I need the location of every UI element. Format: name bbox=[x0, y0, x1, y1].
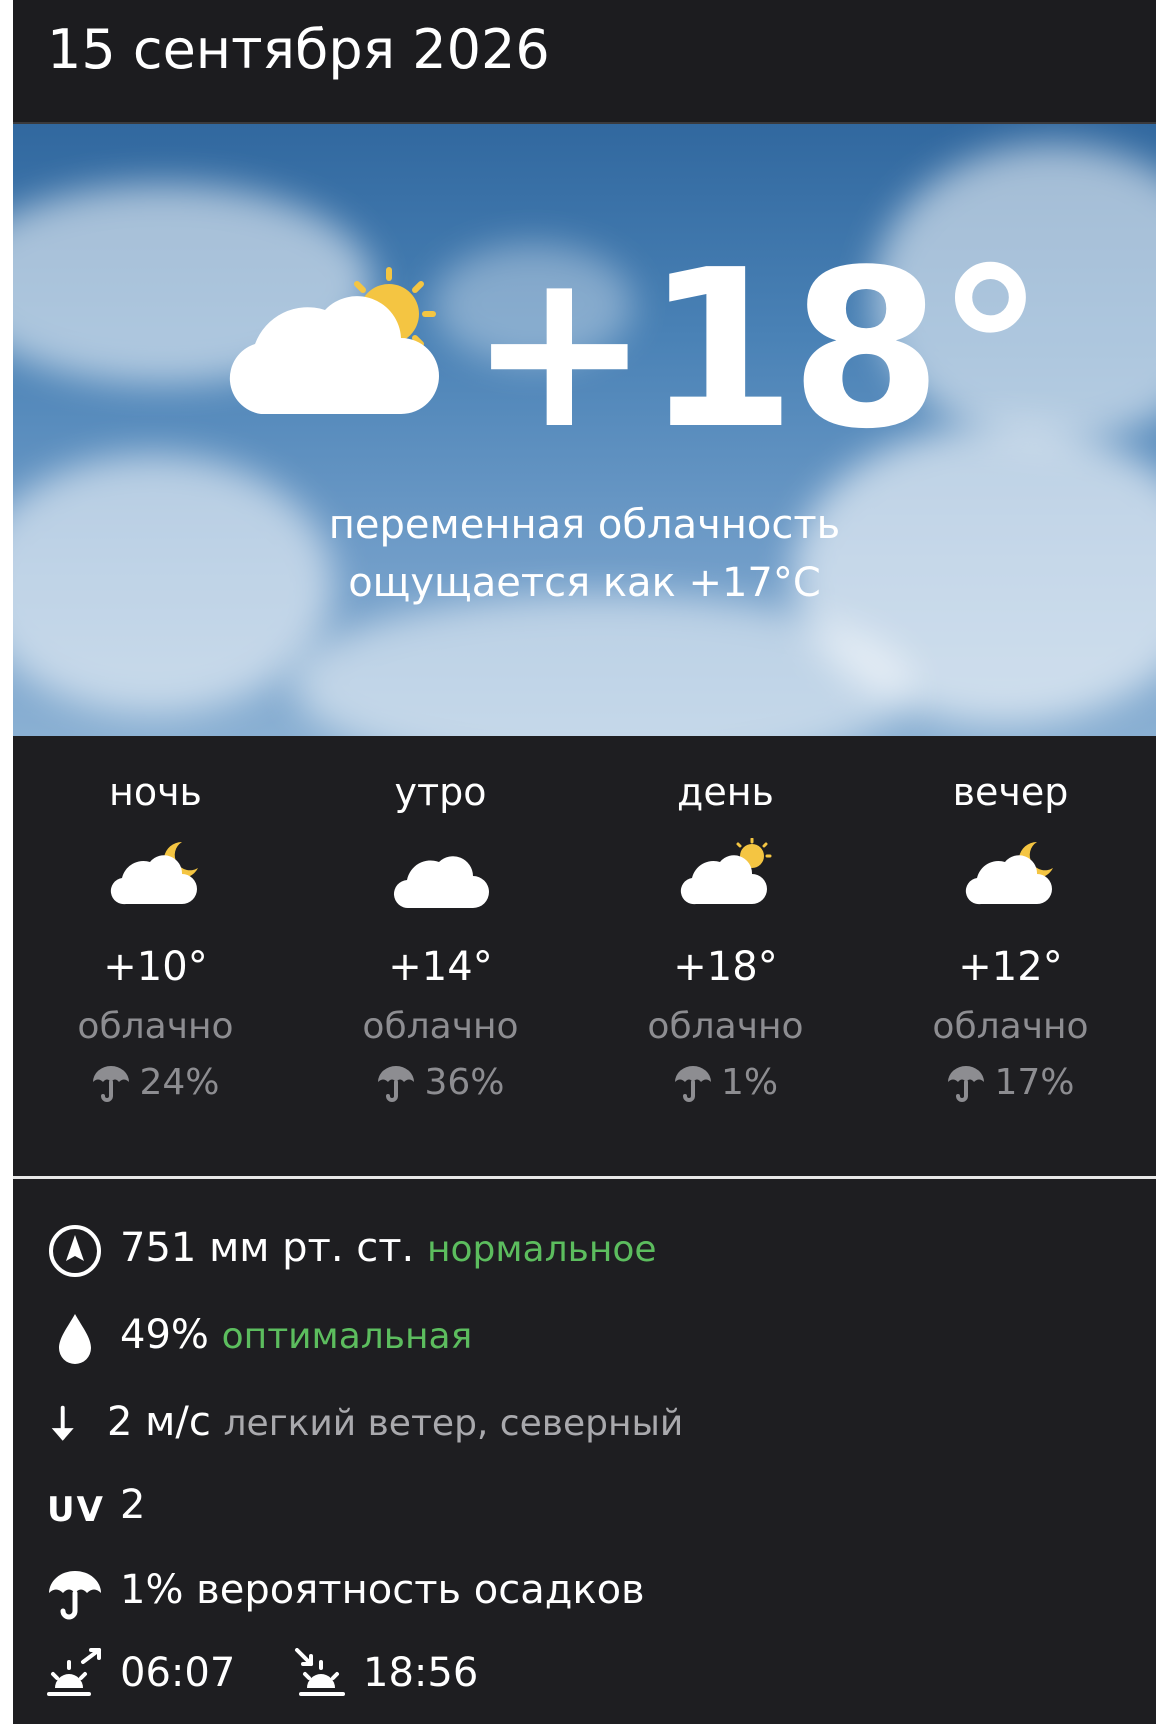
date-title: 15 сентября 2026 bbox=[47, 18, 550, 81]
period-condition: облачно bbox=[362, 1006, 519, 1047]
wind-description: легкий ветер, северный bbox=[223, 1403, 684, 1444]
feels-like: ощущается как +17°C bbox=[348, 560, 821, 606]
period-temperature: +10° bbox=[103, 944, 208, 990]
day-periods: ночь +10° облачно 24% утро +14° облачно … bbox=[13, 736, 1156, 1176]
period-condition: облачно bbox=[932, 1006, 1089, 1047]
current-condition: переменная облачность bbox=[328, 502, 841, 548]
sunrise-time: 06:07 bbox=[120, 1650, 236, 1696]
uv-value: 2 bbox=[120, 1482, 146, 1528]
period-name: день bbox=[677, 770, 774, 814]
arrow-down-icon bbox=[51, 1405, 74, 1441]
period-condition: облачно bbox=[647, 1006, 804, 1047]
current-temperature: +18° bbox=[468, 224, 1045, 477]
period-precipitation: 17% bbox=[868, 1062, 1153, 1103]
humidity-status: оптимальная bbox=[221, 1316, 473, 1357]
sunrise-icon bbox=[47, 1648, 101, 1696]
humidity-value: 49% bbox=[120, 1312, 209, 1358]
period-day: день +18° облачно 1% bbox=[583, 736, 868, 1156]
uv-label: UV bbox=[47, 1490, 105, 1530]
droplet-icon bbox=[59, 1314, 91, 1364]
period-precipitation: 24% bbox=[13, 1062, 298, 1103]
period-precipitation: 36% bbox=[298, 1062, 583, 1103]
sunset-time: 18:56 bbox=[363, 1650, 479, 1696]
precip-value: 17% bbox=[994, 1062, 1075, 1103]
precip-value: 36% bbox=[424, 1062, 505, 1103]
period-evening: вечер +12° облачно 17% bbox=[868, 736, 1153, 1156]
cloud-icon bbox=[393, 856, 489, 909]
period-morning: утро +14° облачно 36% bbox=[298, 736, 583, 1156]
period-name: утро bbox=[394, 770, 487, 814]
umbrella-icon bbox=[948, 1066, 985, 1102]
period-night: ночь +10° облачно 24% bbox=[13, 736, 298, 1156]
wind-speed: 2 м/с bbox=[107, 1399, 211, 1445]
date-header: 15 сентября 2026 bbox=[13, 0, 1156, 124]
period-temperature: +18° bbox=[673, 944, 778, 990]
period-temperature: +14° bbox=[388, 944, 493, 990]
umbrella-icon bbox=[49, 1571, 101, 1620]
cloud-moon-icon bbox=[110, 841, 198, 905]
umbrella-icon bbox=[93, 1066, 130, 1102]
period-name: ночь bbox=[109, 770, 202, 814]
umbrella-icon bbox=[674, 1066, 711, 1102]
precip-value: 1% bbox=[720, 1062, 779, 1103]
period-temperature: +12° bbox=[958, 944, 1063, 990]
compass-icon bbox=[49, 1225, 101, 1277]
cloud-sun-icon bbox=[680, 838, 772, 905]
cloud-moon-icon bbox=[965, 841, 1053, 905]
precip-probability: 1% вероятность осадков bbox=[120, 1567, 645, 1613]
precip-value: 24% bbox=[139, 1062, 220, 1103]
period-precipitation: 1% bbox=[583, 1062, 868, 1103]
sun-row: 06:07 18:56 bbox=[47, 1644, 567, 1704]
pressure-status: нормальное bbox=[426, 1229, 657, 1270]
period-condition: облачно bbox=[77, 1006, 234, 1047]
sunset-icon bbox=[295, 1648, 345, 1696]
current-weather-panel: +18° переменная облачность ощущается как… bbox=[13, 124, 1156, 736]
umbrella-icon bbox=[378, 1066, 415, 1102]
pressure-value: 751 мм рт. ст. bbox=[120, 1225, 415, 1271]
weather-screen: 15 сентября 2026 +18° переменная облачно bbox=[13, 0, 1156, 1724]
weather-details: 751 мм рт. ст. нормальное 49% оптимальна… bbox=[13, 1179, 1156, 1724]
cloud-sun-icon bbox=[229, 267, 439, 414]
period-name: вечер bbox=[952, 770, 1069, 814]
